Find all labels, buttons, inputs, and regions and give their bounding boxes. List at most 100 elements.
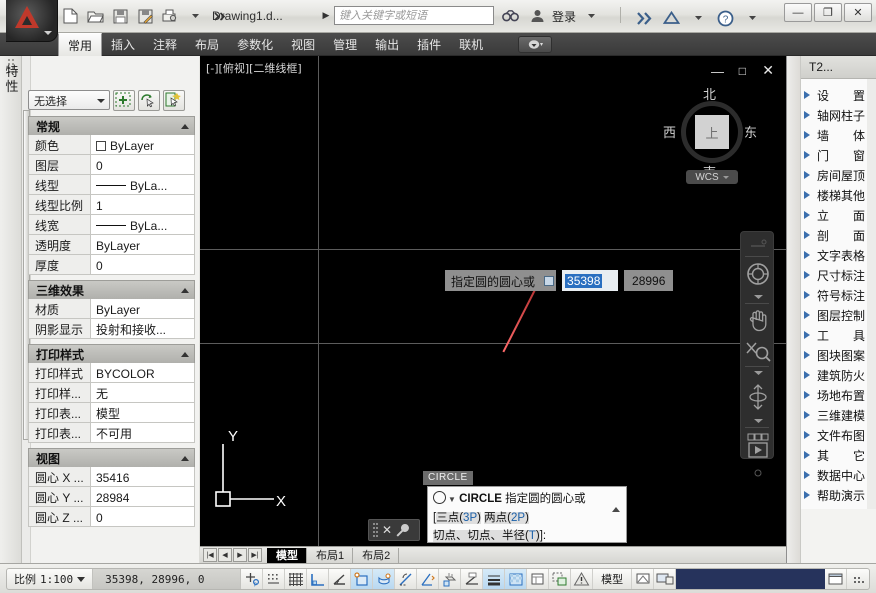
layout-tab-layout1[interactable]: 布局1 [307, 547, 354, 563]
next-layout-button[interactable]: ▶ [233, 548, 247, 562]
3d-object-snap-toggle[interactable] [373, 569, 396, 589]
signin-dropdown-icon[interactable] [579, 4, 603, 28]
zoom-magnifier-icon[interactable] [741, 336, 775, 366]
open-file-button[interactable] [83, 4, 107, 28]
property-row-color[interactable]: 颜色 ByLayer [28, 135, 195, 155]
command-prompt-tooltip[interactable]: ▼ CIRCLE 指定圆的圆心或 [三点(3P) 两点(2P) 切点、切点、半径… [427, 486, 627, 543]
hardware-acceleration-button[interactable] [654, 569, 677, 589]
save-file-button[interactable] [108, 4, 132, 28]
navbar-bottom-handle[interactable] [741, 464, 775, 482]
tab-annotate[interactable]: 注释 [144, 33, 186, 56]
view-cube-top-face[interactable]: 上 [695, 115, 729, 149]
hand-pan-icon[interactable] [741, 304, 775, 336]
show-motion-icon[interactable] [741, 428, 775, 464]
view-cube-north-label[interactable]: 北 [703, 84, 716, 103]
property-value-wrap[interactable]: ByLayer [91, 135, 194, 154]
tab-parametric[interactable]: 参数化 [228, 33, 282, 56]
help-question-icon[interactable]: ? [713, 6, 737, 30]
tool-palette-tab[interactable]: T2... [801, 56, 876, 79]
property-row-shadow-display[interactable]: 阴影显示 投射和接收... [28, 319, 195, 339]
palette-item-file-layout[interactable]: 文件布图 [801, 425, 876, 445]
search-expand-arrow-icon[interactable]: ▶ [320, 8, 332, 22]
pickadd-toggle-button[interactable] [113, 89, 135, 111]
property-row-linetype[interactable]: 线型 ByLa... [28, 175, 195, 195]
annotation-monitor-toggle[interactable] [571, 569, 594, 589]
clean-screen-button[interactable] [825, 569, 847, 589]
properties-palette-titlebar[interactable]: 特性 [0, 56, 22, 563]
ortho-mode-toggle[interactable] [307, 569, 330, 589]
steering-wheel-dropdown-icon[interactable] [741, 291, 775, 303]
dynamic-input-x-field[interactable]: 35398 [562, 270, 619, 291]
wrench-icon[interactable] [395, 523, 410, 538]
tab-addins[interactable]: 插件 [408, 33, 450, 56]
palette-item-section[interactable]: 剖 面 [801, 225, 876, 245]
properties-group-view[interactable]: 视图 [28, 448, 195, 467]
property-row-lineweight[interactable]: 线宽 ByLa... [28, 215, 195, 235]
user-icon[interactable] [525, 4, 549, 28]
palette-item-settings[interactable]: 设 置 [801, 85, 876, 105]
dynamic-input-toggle[interactable] [461, 569, 484, 589]
tool-palette-scrollbar[interactable] [867, 79, 876, 509]
properties-group-plot-style[interactable]: 打印样式 [28, 344, 195, 363]
palette-item-misc[interactable]: 其 它 [801, 445, 876, 465]
autodesk-exchange-icon[interactable] [659, 6, 683, 30]
coordinate-display[interactable]: 35398, 28996, 0 [93, 569, 242, 589]
property-row-plot-style[interactable]: 打印样式 BYCOLOR [28, 363, 195, 383]
show-lineweight-toggle[interactable] [483, 569, 506, 589]
view-cube-east-label[interactable]: 东 [744, 122, 757, 141]
close-button[interactable]: ✕ [844, 3, 872, 22]
help-dropdown-icon[interactable] [740, 6, 764, 30]
palette-item-block-pattern[interactable]: 图块图案 [801, 345, 876, 365]
floating-command-bar[interactable]: ✕ [368, 519, 420, 541]
maximize-button[interactable]: ❐ [814, 3, 842, 22]
viewport-label[interactable]: [-][俯视][二维线框] [206, 60, 302, 76]
plot-button[interactable] [158, 4, 182, 28]
property-row-thickness[interactable]: 厚度 0 [28, 255, 195, 275]
tool-palette-titlebar[interactable] [787, 56, 801, 563]
wcs-dropdown[interactable]: WCS [686, 170, 738, 184]
palette-item-site-layout[interactable]: 场地布置 [801, 385, 876, 405]
palette-item-elevation[interactable]: 立 面 [801, 205, 876, 225]
palette-item-room-roof[interactable]: 房间屋顶 [801, 165, 876, 185]
minimize-button[interactable]: — [784, 3, 812, 22]
application-menu-button[interactable] [6, 0, 58, 42]
palette-item-layer-control[interactable]: 图层控制 [801, 305, 876, 325]
palette-item-fire-protection[interactable]: 建筑防火 [801, 365, 876, 385]
infer-constraints-toggle[interactable]: p [241, 569, 264, 589]
last-layout-button[interactable]: ▶| [248, 548, 262, 562]
quick-select-button[interactable] [163, 89, 185, 111]
ribbon-more-button[interactable] [518, 36, 552, 53]
object-snap-toggle[interactable] [351, 569, 374, 589]
command-option-2p[interactable]: 两点(2P) [484, 512, 529, 524]
model-space-button[interactable]: 模型 [593, 569, 633, 589]
palette-item-wall[interactable]: 墙 体 [801, 125, 876, 145]
property-row-material[interactable]: 材质 ByLayer [28, 299, 195, 319]
property-row-transparency[interactable]: 透明度 ByLayer [28, 235, 195, 255]
palette-item-door-window[interactable]: 门 窗 [801, 145, 876, 165]
tab-manage[interactable]: 管理 [324, 33, 366, 56]
layout-viewport-button[interactable] [632, 569, 655, 589]
drawing-canvas[interactable]: [-][俯视][二维线框] — □ ✕ 上 北 南 西 东 WCS [200, 56, 786, 546]
ucs-icon-toggle[interactable] [417, 569, 440, 589]
dynamic-input[interactable]: 指定圆的圆心或 35398 28996 [445, 270, 674, 291]
tab-layout[interactable]: 布局 [186, 33, 228, 56]
orbit-icon[interactable] [741, 379, 775, 415]
orbit-dropdown-icon[interactable] [741, 415, 775, 427]
tab-insert[interactable]: 插入 [102, 33, 144, 56]
viewport-minimize-button[interactable]: — [711, 64, 724, 79]
orbit-dropdown-top-icon[interactable] [741, 367, 775, 379]
view-cube-west-label[interactable]: 西 [663, 122, 676, 141]
quick-properties-toggle[interactable] [527, 569, 550, 589]
selection-combobox[interactable]: 无选择 [28, 90, 110, 110]
view-cube[interactable]: 上 北 南 西 东 WCS [663, 84, 757, 184]
navbar-top-handle[interactable] [741, 232, 775, 256]
object-snap-tracking-toggle[interactable] [395, 569, 418, 589]
polar-tracking-toggle[interactable] [329, 569, 352, 589]
navigation-bar[interactable] [740, 231, 775, 477]
layout-tab-layout2[interactable]: 布局2 [353, 547, 400, 563]
close-x-icon[interactable]: ✕ [382, 523, 392, 537]
palette-item-dimension[interactable]: 尺寸标注 [801, 265, 876, 285]
grid-display-toggle[interactable] [285, 569, 308, 589]
palette-item-3d-modeling[interactable]: 三维建模 [801, 405, 876, 425]
save-as-button[interactable] [133, 4, 157, 28]
